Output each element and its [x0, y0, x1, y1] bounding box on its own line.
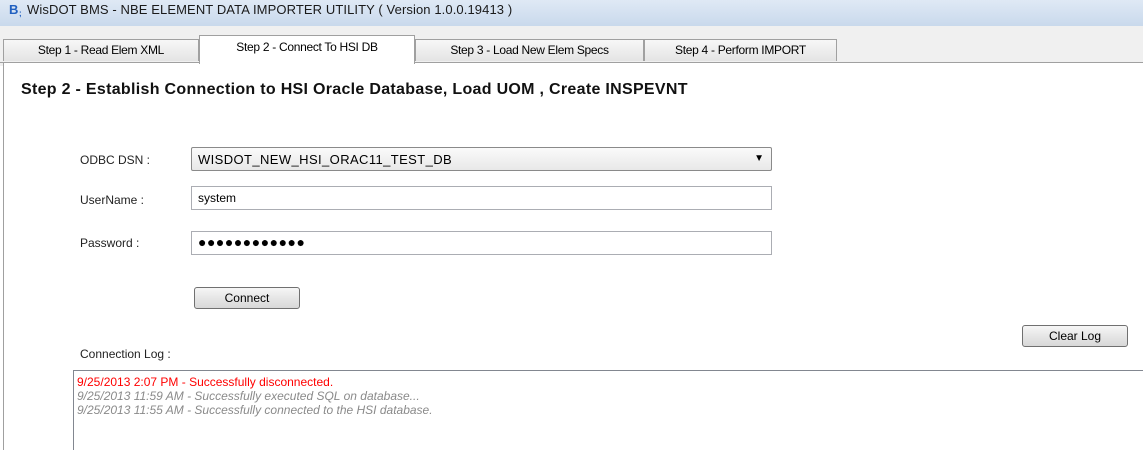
window-title: WisDOT BMS - NBE ELEMENT DATA IMPORTER U…	[27, 2, 513, 17]
dsn-label: ODBC DSN :	[80, 153, 151, 167]
username-field[interactable]: system	[191, 186, 772, 210]
chevron-down-icon[interactable]: ▼	[754, 153, 764, 164]
log-entry: 9/25/2013 11:59 AM - Successfully execut…	[77, 389, 420, 403]
clear-log-button[interactable]: Clear Log	[1022, 325, 1128, 347]
tab-step3-load-new-elem-specs[interactable]: Step 3 - Load New Elem Specs	[415, 39, 644, 61]
page-title: Step 2 - Establish Connection to HSI Ora…	[21, 81, 688, 98]
tab-step4-perform-import[interactable]: Step 4 - Perform IMPORT	[644, 39, 837, 61]
connection-log-label: Connection Log :	[80, 347, 171, 361]
log-entry: 9/25/2013 2:07 PM - Successfully disconn…	[77, 375, 334, 389]
password-value: ●●●●●●●●●●●●	[198, 234, 306, 250]
password-label: Password :	[80, 236, 140, 250]
connection-log[interactable]: 9/25/2013 2:07 PM - Successfully disconn…	[73, 370, 1143, 450]
log-entry: 9/25/2013 11:55 AM - Successfully connec…	[77, 403, 433, 417]
username-label: UserName :	[80, 193, 145, 207]
dsn-selected-value: WISDOT_NEW_HSI_ORAC11_TEST_DB	[198, 152, 453, 167]
connect-button[interactable]: Connect	[194, 287, 300, 309]
username-value: system	[198, 191, 237, 205]
app-icon: B;	[9, 2, 22, 18]
title-bar: B; WisDOT BMS - NBE ELEMENT DATA IMPORTE…	[0, 0, 1143, 26]
dsn-dropdown[interactable]: WISDOT_NEW_HSI_ORAC11_TEST_DB ▼	[191, 147, 772, 171]
password-field[interactable]: ●●●●●●●●●●●●	[191, 231, 772, 255]
tab-step2-connect-hsi-db[interactable]: Step 2 - Connect To HSI DB	[199, 35, 415, 64]
tab-step1-read-elem-xml[interactable]: Step 1 - Read Elem XML	[3, 39, 199, 61]
